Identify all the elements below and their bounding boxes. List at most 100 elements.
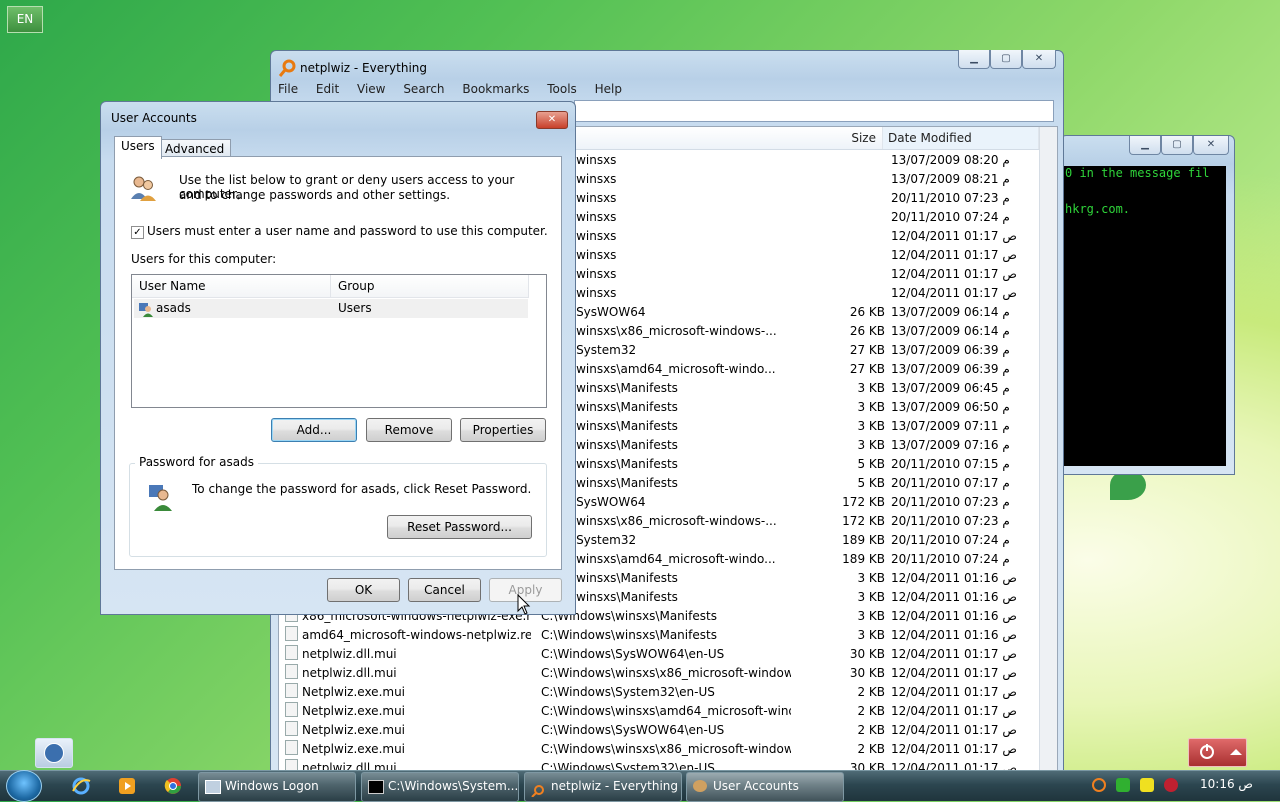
vertical-scrollbar[interactable] — [1039, 127, 1057, 777]
network-tray-icon[interactable] — [1116, 778, 1130, 792]
close-button[interactable]: ✕ — [1193, 136, 1229, 155]
taskbar-button-console[interactable]: C:\Windows\System... — [361, 772, 519, 802]
taskbar-button-label: Windows Logon — [225, 779, 319, 793]
file-path-cell: dows\winsxs — [541, 172, 617, 186]
user-password-icon — [149, 485, 172, 511]
file-size-cell: 3 KB — [857, 419, 885, 433]
table-row[interactable]: netplwiz.dll.mui C:\Windows\winsxs\x86_mi… — [279, 664, 1039, 683]
date-modified-cell: 12/04/2011 01:17 ص — [891, 723, 1017, 737]
taskbar-button-everything[interactable]: netplwiz - Everything — [524, 772, 682, 802]
media-player-icon[interactable] — [116, 775, 138, 797]
close-button[interactable]: ✕ — [536, 111, 568, 129]
date-modified-cell: 13/07/2009 06:14 م — [891, 324, 1010, 338]
start-button[interactable] — [6, 770, 42, 802]
tab-users[interactable]: Users — [114, 136, 162, 159]
file-path-cell: C:\Windows\winsxs\x86_microsoft-windows-… — [541, 742, 791, 756]
file-path-cell: C:\Windows\winsxs\amd64_microsoft-windo.… — [541, 704, 791, 718]
column-user-name[interactable]: User Name — [132, 275, 331, 298]
table-row[interactable]: netplwiz.dll.mui C:\Windows\SysWOW64\en-U… — [279, 645, 1039, 664]
file-name-text: Netplwiz.exe.mui — [302, 685, 406, 699]
maximize-button[interactable]: ▢ — [1161, 136, 1193, 155]
menu-edit[interactable]: Edit — [316, 82, 339, 96]
file-icon — [285, 683, 298, 698]
file-icon — [285, 721, 298, 736]
file-icon — [285, 645, 298, 660]
speaker-tray-icon[interactable] — [1164, 778, 1178, 792]
file-size-cell: 189 KB — [842, 552, 885, 566]
table-row[interactable]: Netplwiz.exe.mui C:\Windows\SysWOW64\en-U… — [279, 721, 1039, 740]
gadget-control-button[interactable] — [35, 738, 73, 768]
date-modified-cell: 12/04/2011 01:17 ص — [891, 685, 1017, 699]
internet-explorer-icon[interactable] — [70, 775, 92, 797]
column-date-modified[interactable]: Date Modified — [883, 127, 1039, 149]
menu-file[interactable]: File — [278, 82, 298, 96]
date-modified-cell: 13/07/2009 06:39 م — [891, 343, 1010, 357]
date-modified-cell: 12/04/2011 01:16 ص — [891, 571, 1017, 585]
mouse-cursor-icon — [517, 594, 531, 615]
table-row[interactable]: Netplwiz.exe.mui C:\Windows\winsxs\amd64_… — [279, 702, 1039, 721]
file-path-cell: dows\winsxs\x86_microsoft-windows-... — [541, 514, 777, 528]
menu-help[interactable]: Help — [595, 82, 622, 96]
file-path-cell: C:\Windows\System32\en-US — [541, 685, 715, 699]
close-button[interactable]: ✕ — [1022, 50, 1056, 69]
password-info-text: To change the password for asads, click … — [192, 482, 532, 496]
password-group-title: Password for asads — [135, 455, 259, 469]
everything-tray-icon[interactable] — [1092, 778, 1106, 792]
file-size-cell: 2 KB — [857, 742, 885, 756]
menu-search[interactable]: Search — [403, 82, 444, 96]
user-name-cell: asads — [156, 301, 191, 315]
properties-button[interactable]: Properties — [460, 418, 546, 442]
table-row[interactable]: amd64_microsoft-windows-netplwiz.reso...… — [279, 626, 1039, 645]
minimize-button[interactable]: ▁ — [958, 50, 990, 69]
flag-tray-icon[interactable] — [1140, 778, 1154, 792]
file-path-cell: dows\winsxs — [541, 153, 617, 167]
chrome-icon[interactable] — [162, 775, 184, 797]
date-modified-cell: 12/04/2011 01:17 ص — [891, 229, 1017, 243]
menu-tools[interactable]: Tools — [547, 82, 577, 96]
clock[interactable]: 10:16 ص — [1200, 777, 1253, 791]
console-window[interactable]: ▁ ▢ ✕ 0 in the message fil hkrg.com. — [1060, 135, 1235, 475]
require-login-label[interactable]: Users must enter a user name and passwor… — [147, 224, 548, 238]
file-size-cell: 5 KB — [857, 457, 885, 471]
console-icon — [368, 780, 384, 794]
list-item[interactable]: asads Users — [134, 299, 528, 318]
maximize-button[interactable]: ▢ — [990, 50, 1022, 69]
taskbar-button-label: User Accounts — [713, 779, 799, 793]
taskbar-button-windows-logon[interactable]: Windows Logon — [198, 772, 356, 802]
file-name-text: netplwiz.dll.mui — [302, 647, 397, 661]
table-row[interactable]: Netplwiz.exe.mui C:\Windows\System32\en-U… — [279, 683, 1039, 702]
file-path-cell: dows\SysWOW64 — [541, 495, 646, 509]
power-gadget[interactable] — [1188, 738, 1247, 767]
date-modified-cell: 13/07/2009 07:11 م — [891, 419, 1010, 433]
menu-view[interactable]: View — [357, 82, 385, 96]
language-indicator[interactable]: EN — [7, 6, 43, 33]
remove-user-button[interactable]: Remove — [366, 418, 452, 442]
gadget-icon — [44, 743, 64, 763]
taskbar-button-user-accounts[interactable]: User Accounts — [686, 772, 844, 802]
reset-password-button[interactable]: Reset Password... — [387, 515, 532, 539]
column-size[interactable]: Size — [793, 127, 883, 149]
file-size-cell: 27 KB — [849, 362, 885, 376]
column-group[interactable]: Group — [331, 275, 529, 298]
file-icon — [285, 664, 298, 679]
cancel-button[interactable]: Cancel — [408, 578, 481, 602]
search-input[interactable] — [574, 100, 1054, 122]
add-user-button[interactable]: Add... — [271, 418, 357, 442]
file-icon — [285, 740, 298, 755]
taskbar: Windows Logon C:\Windows\System... netpl… — [0, 770, 1280, 802]
minimize-button[interactable]: ▁ — [1129, 136, 1161, 155]
table-row[interactable]: Netplwiz.exe.mui C:\Windows\winsxs\x86_mi… — [279, 740, 1039, 759]
date-modified-cell: 12/04/2011 01:17 ص — [891, 647, 1017, 661]
require-login-checkbox[interactable]: ✓ — [131, 226, 144, 239]
menu-bookmarks[interactable]: Bookmarks — [462, 82, 529, 96]
users-list[interactable]: User Name Group asads Users — [131, 274, 547, 408]
file-path-cell: dows\winsxs\Manifests — [541, 590, 678, 604]
user-accounts-dialog[interactable]: User Accounts ✕ Users Advanced Use the l… — [100, 101, 576, 615]
file-name-text: netplwiz.dll.mui — [302, 666, 397, 680]
file-name-text: Netplwiz.exe.mui — [302, 723, 406, 737]
file-size-cell: 3 KB — [857, 438, 885, 452]
file-size-cell: 27 KB — [849, 343, 885, 357]
ok-button[interactable]: OK — [327, 578, 400, 602]
file-path-cell: dows\winsxs — [541, 267, 617, 281]
date-modified-cell: 12/04/2011 01:16 ص — [891, 590, 1017, 604]
